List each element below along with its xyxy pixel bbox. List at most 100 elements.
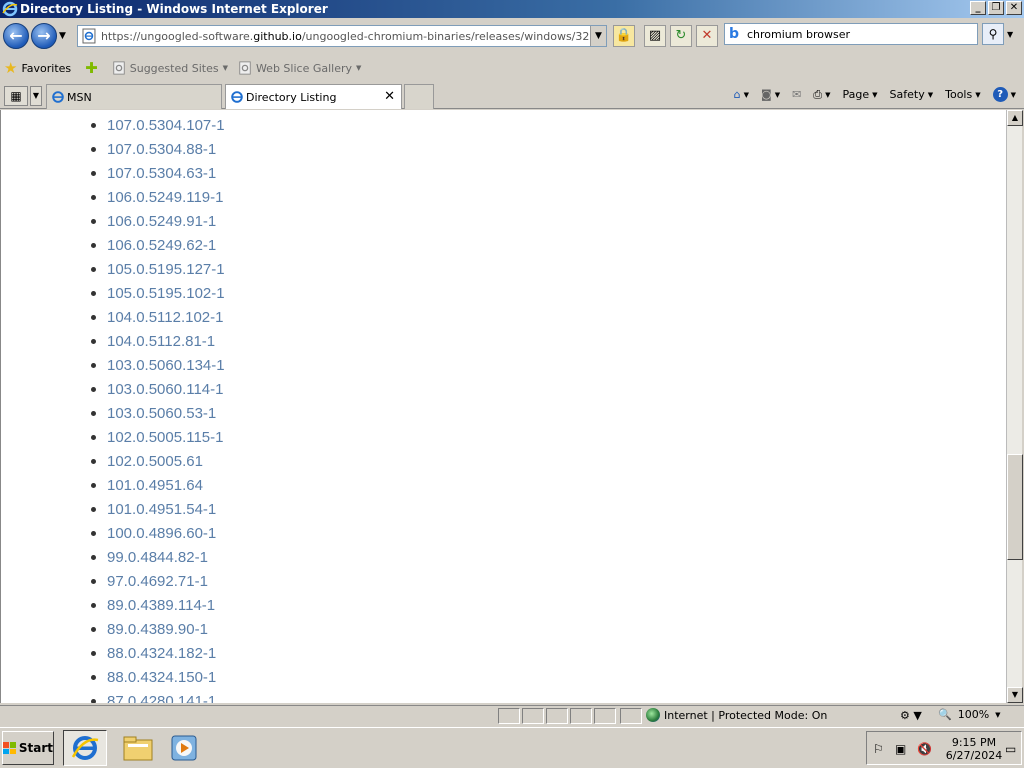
list-item: 88.0.4324.150-1 [91, 665, 225, 689]
taskbar-media-player[interactable] [162, 730, 206, 766]
quick-tabs-icon[interactable]: ▦ [4, 86, 28, 106]
forward-button[interactable]: → [31, 23, 57, 49]
list-item: 87.0.4280.141-1 [91, 689, 225, 703]
release-link[interactable]: 103.0.5060.53-1 [107, 405, 216, 422]
back-button[interactable]: ← [3, 23, 29, 49]
list-item: 100.0.4896.60-1 [91, 521, 225, 545]
release-link[interactable]: 105.0.5195.127-1 [107, 261, 225, 278]
start-button[interactable]: Start [2, 731, 54, 765]
page-menu[interactable]: Page ▼ [843, 88, 878, 101]
recent-pages-dropdown-icon[interactable]: ▼ [59, 31, 66, 41]
url-text[interactable]: https://ungoogled-software.github.io/ung… [101, 30, 606, 43]
restore-button[interactable]: ❐ [988, 1, 1004, 15]
search-icon[interactable]: ⚲ [982, 23, 1004, 45]
release-link[interactable]: 101.0.4951.64 [107, 477, 203, 494]
bullet-icon [91, 578, 96, 584]
release-link[interactable]: 100.0.4896.60-1 [107, 525, 216, 542]
action-center-flag-icon[interactable]: ⚐ [873, 742, 884, 756]
ie-page-icon [239, 61, 251, 75]
scroll-down-icon[interactable]: ▼ [1007, 687, 1023, 703]
status-cell [498, 708, 520, 724]
chevron-down-icon: ▼ [995, 710, 1001, 719]
release-link[interactable]: 88.0.4324.182-1 [107, 645, 216, 662]
release-link[interactable]: 104.0.5112.81-1 [107, 333, 215, 350]
refresh-icon[interactable]: ↻ [670, 25, 692, 47]
release-link[interactable]: 106.0.5249.91-1 [107, 213, 216, 230]
list-item: 97.0.4692.71-1 [91, 569, 225, 593]
address-dropdown-icon[interactable]: ▼ [590, 26, 606, 46]
tab-directory-listing[interactable]: Directory Listing ✕ [225, 84, 402, 109]
web-slice-gallery-label: Web Slice Gallery [255, 61, 353, 75]
minimize-button[interactable]: _ [970, 1, 986, 15]
list-item: 106.0.5249.91-1 [91, 209, 225, 233]
tab-list-dropdown-icon[interactable]: ▼ [30, 86, 42, 106]
status-bar: Internet | Protected Mode: On ⚙ ▼ 🔍 100%… [0, 705, 1024, 725]
release-link[interactable]: 87.0.4280.141-1 [107, 693, 216, 704]
release-link[interactable]: 102.0.5005.115-1 [107, 429, 224, 446]
address-bar[interactable]: https://ungoogled-software.github.io/ung… [77, 25, 607, 47]
release-link[interactable]: 107.0.5304.88-1 [107, 141, 216, 158]
show-desktop-icon[interactable]: ▭ [1005, 742, 1016, 756]
network-icon[interactable]: ▣ [895, 742, 906, 756]
stop-icon[interactable]: ✕ [696, 25, 718, 47]
title-bar: Directory Listing - Windows Internet Exp… [0, 0, 1024, 18]
release-link[interactable]: 103.0.5060.134-1 [107, 357, 225, 374]
clock[interactable]: 9:15 PM 6/27/2024 [941, 736, 1007, 762]
taskbar-explorer[interactable] [116, 730, 160, 766]
release-link[interactable]: 102.0.5005.61 [107, 453, 203, 470]
release-link[interactable]: 99.0.4844.82-1 [107, 549, 208, 566]
release-link[interactable]: 107.0.5304.63-1 [107, 165, 216, 182]
release-link[interactable]: 103.0.5060.114-1 [107, 381, 224, 398]
close-tab-icon[interactable]: ✕ [384, 89, 395, 104]
chevron-down-icon: ▼ [222, 64, 228, 72]
feeds-button[interactable]: ◙ ▼ [761, 88, 780, 101]
zoom-control[interactable]: 🔍 100% ▼ [938, 708, 1001, 721]
home-button[interactable]: ⌂ ▼ [734, 88, 749, 101]
search-box[interactable]: b [724, 23, 978, 45]
help-button[interactable]: ? ▼ [992, 87, 1016, 102]
release-link[interactable]: 106.0.5249.62-1 [107, 237, 216, 254]
release-link[interactable]: 89.0.4389.90-1 [107, 621, 208, 638]
safety-menu-label: Safety [889, 88, 925, 101]
star-icon: ★ [4, 59, 18, 77]
taskbar-internet-explorer[interactable] [63, 730, 107, 766]
scroll-up-icon[interactable]: ▲ [1007, 110, 1023, 126]
protected-mode-settings-icon[interactable]: ⚙ ▼ [900, 709, 922, 722]
close-window-button[interactable]: ✕ [1006, 1, 1022, 15]
new-tab-button[interactable] [404, 84, 434, 109]
tab-msn[interactable]: MSN [46, 84, 222, 109]
release-link[interactable]: 107.0.5304.107-1 [107, 117, 225, 134]
suggested-sites-button[interactable]: Suggested Sites ▼ [112, 61, 228, 75]
add-to-favorites-icon: ✚ [85, 59, 98, 77]
release-link[interactable]: 106.0.5249.119-1 [107, 189, 224, 206]
print-button[interactable]: ⎙ ▼ [813, 88, 830, 102]
volume-muted-icon[interactable]: 🔇 [917, 742, 932, 756]
web-slice-gallery-button[interactable]: Web Slice Gallery ▼ [238, 61, 361, 75]
safety-menu[interactable]: Safety ▼ [890, 88, 934, 101]
compatibility-view-icon[interactable]: ▨ [644, 25, 666, 47]
release-link[interactable]: 89.0.4389.114-1 [107, 597, 215, 614]
add-favorite-button[interactable]: ✚ [81, 59, 102, 77]
tools-menu[interactable]: Tools ▼ [945, 88, 981, 101]
release-link[interactable]: 104.0.5112.102-1 [107, 309, 224, 326]
release-link[interactable]: 88.0.4324.150-1 [107, 669, 216, 686]
release-link[interactable]: 101.0.4951.54-1 [107, 501, 216, 518]
list-item: 106.0.5249.119-1 [91, 185, 225, 209]
bullet-icon [91, 554, 96, 560]
favorites-button[interactable]: ★ Favorites [0, 59, 71, 77]
vertical-scrollbar[interactable]: ▲ ▼ [1006, 110, 1023, 703]
release-link[interactable]: 105.0.5195.102-1 [107, 285, 225, 302]
rss-icon: ◙ [761, 88, 772, 101]
scrollbar-thumb[interactable] [1007, 454, 1023, 560]
list-item: 103.0.5060.134-1 [91, 353, 225, 377]
read-mail-button[interactable]: ✉ [792, 88, 801, 101]
bullet-icon [91, 602, 96, 608]
search-options-dropdown-icon[interactable]: ▼ [1007, 30, 1013, 39]
security-zone[interactable]: Internet | Protected Mode: On [646, 708, 827, 722]
list-item: 103.0.5060.53-1 [91, 401, 225, 425]
clock-time: 9:15 PM [951, 736, 997, 749]
list-item: 105.0.5195.102-1 [91, 281, 225, 305]
release-link[interactable]: 97.0.4692.71-1 [107, 573, 208, 590]
lock-icon[interactable]: 🔒 [613, 25, 635, 47]
search-input[interactable] [747, 27, 967, 41]
